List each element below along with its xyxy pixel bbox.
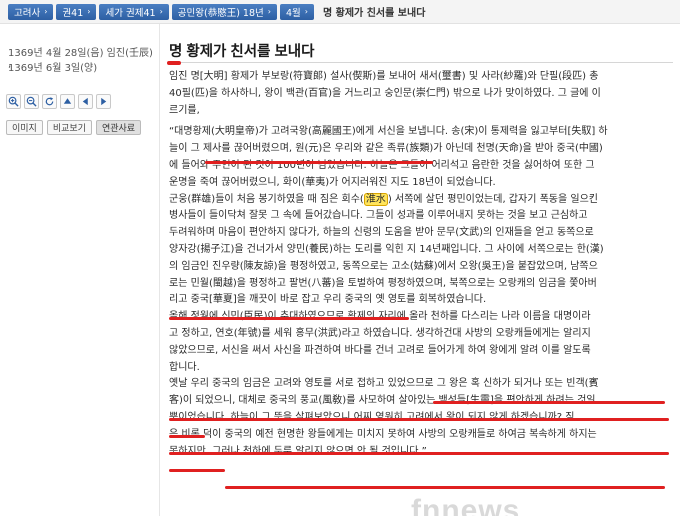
breadcrumb-label: 공민왕(恭愍王) 18년 bbox=[177, 7, 264, 19]
title-divider bbox=[169, 62, 673, 63]
article-line: 군웅(群雄)들이 처음 봉기하였을 때 짐은 회수(淮水) 서쪽에 살던 평민이… bbox=[169, 192, 673, 209]
breadcrumb-item-current: 명 황제가 친서를 보내다 bbox=[317, 4, 431, 20]
chevron-right-icon: › bbox=[44, 7, 48, 16]
article-line: 르기를, bbox=[169, 104, 200, 116]
zoom-in-icon bbox=[8, 96, 19, 107]
red-underline bbox=[169, 418, 669, 421]
tab-compare[interactable]: 비교보기 bbox=[46, 120, 92, 135]
article-line: 늘이 그 제사를 끊어버렸으며, 원(元)은 우리와 같은 족류(族類)가 아닌… bbox=[169, 143, 603, 155]
arrow-left-icon bbox=[82, 97, 88, 106]
zoom-in-button[interactable] bbox=[6, 94, 21, 109]
breadcrumb-item-goryeosa[interactable]: 고려사 › bbox=[8, 3, 54, 20]
red-underline bbox=[169, 469, 225, 472]
previous-button[interactable] bbox=[78, 94, 93, 109]
article-line: 양자강(揚子江)을 건너가서 양민(養民)하는 도리를 익힌 지 14년째입니다… bbox=[169, 243, 604, 255]
line-segment: 군웅(群雄)들이 처음 봉기하였을 때 짐은 회수( bbox=[169, 193, 364, 205]
article-line: 의 임금인 진우량(陳友諒)을 평정하였고, 동쪽으로는 고소(姑蘇)에서 오왕… bbox=[169, 260, 598, 272]
scroll-up-button[interactable] bbox=[60, 94, 75, 109]
breadcrumb-item-sega[interactable]: 세가 권제41 › bbox=[99, 3, 169, 20]
article-line: 고 정하고, 연호(年號)를 세워 홍무(洪武)라고 하였습니다. 생각하건대 … bbox=[169, 327, 591, 339]
tab-related-sources[interactable]: 연관사료 bbox=[95, 120, 142, 135]
left-panel: 1369년 4월 28일(음) 임진(壬辰) , 1369년 6월 3일(양) … bbox=[0, 24, 160, 516]
breadcrumb: 고려사 › 권41 › 세가 권제41 › 공민왕(恭愍王) 18년 › 4월 › 명 황… bbox=[0, 0, 680, 24]
breadcrumb-item-reign-year[interactable]: 공민왕(恭愍王) 18년 › bbox=[171, 3, 277, 20]
breadcrumb-item-month[interactable]: 4월 › bbox=[279, 3, 314, 20]
breadcrumb-item-volume[interactable]: 권41 › bbox=[56, 3, 97, 20]
red-underline bbox=[169, 317, 409, 320]
arrow-up-icon bbox=[63, 98, 72, 104]
title-underline-mark bbox=[167, 61, 181, 65]
article-line: 임진 명[大明] 황제가 부보랑(符寶郞) 설사(偰斯)를 보내어 새서(璽書)… bbox=[169, 71, 599, 82]
breadcrumb-label: 권41 bbox=[62, 7, 84, 19]
article-line: 옛날 우리 중국의 임금은 고려와 영토를 서로 접하고 있었으므로 그 왕은 … bbox=[169, 378, 599, 390]
line-segment: ) 서쪽에 살던 평민이었는데, 갑자기 폭동을 일으킨 bbox=[387, 193, 598, 205]
article-line: 운명을 죽여 끊어버렸으니, 화이(華夷)가 어지러워진 지도 18년이 되었습… bbox=[169, 176, 496, 188]
article-line: 은 비록 덕이 중국의 예전 현명한 왕들에게는 미치지 못하여 사방의 오랑캐… bbox=[169, 428, 597, 440]
red-underline bbox=[225, 486, 665, 489]
refresh-icon bbox=[45, 97, 54, 106]
tab-image[interactable]: 이미지 bbox=[6, 120, 43, 135]
chevron-right-icon: › bbox=[267, 7, 271, 16]
article-line: 40필(匹)을 하사하니, 왕이 백관(百官)을 거느리고 숭인문(崇仁門) 밖… bbox=[169, 87, 601, 99]
chevron-right-icon: › bbox=[159, 7, 163, 16]
article-panel: 명 황제가 친서를 보내다 임진 명[大明] 황제가 부보랑(符寶郞) 설사(偰… bbox=[165, 24, 680, 516]
article-line: 않았으므로, 서신을 써서 사신을 파견하여 바다를 건너 고려로 들어가게 하… bbox=[169, 344, 591, 356]
article-line: 리고 중국[華夏]을 깨끗이 바로 잡고 우리 중국의 옛 영토를 회복하였습니… bbox=[169, 294, 487, 306]
breadcrumb-label: 세가 권제41 bbox=[105, 7, 156, 19]
watermark-logo: fnnews bbox=[411, 494, 521, 516]
chevron-right-icon: › bbox=[87, 7, 91, 16]
breadcrumb-label: 명 황제가 친서를 보내다 bbox=[322, 8, 426, 19]
red-underline bbox=[205, 161, 433, 164]
article-line: 합니다. bbox=[169, 361, 200, 373]
red-underline bbox=[169, 435, 205, 438]
article-line: 두려워하며 마음이 편안하지 않다가, 하늘의 신령의 도움을 받아 문무(文武… bbox=[169, 227, 594, 239]
breadcrumb-label: 4월 bbox=[285, 7, 301, 19]
page-title: 명 황제가 친서를 보내다 bbox=[169, 44, 315, 60]
article-line: 병사들이 들이닥쳐 잘못 그 속에 들어갔습니다. 그들이 성과를 이루어내지 … bbox=[169, 210, 588, 222]
arrow-right-icon bbox=[101, 97, 107, 106]
solar-date: 1369년 6월 3일(양) bbox=[8, 63, 98, 74]
highlighted-term: 淮水 bbox=[363, 192, 388, 206]
zoom-out-button[interactable] bbox=[24, 94, 39, 109]
zoom-out-icon bbox=[26, 96, 37, 107]
article-line: 로는 민월(閩越)을 평정하고 팔번(八蕃)을 토벌하여 평정하였으며, 북쪽으… bbox=[169, 277, 597, 289]
red-underline bbox=[433, 401, 665, 404]
viewer-toolbar bbox=[6, 94, 111, 109]
red-underline bbox=[169, 452, 669, 455]
article-line: “대명황제(大明皇帝)가 고려국왕(高麗國王)에게 서신을 보냅니다. 송(宋)… bbox=[169, 126, 608, 138]
chevron-right-icon: › bbox=[304, 7, 308, 16]
refresh-button[interactable] bbox=[42, 94, 57, 109]
next-button[interactable] bbox=[96, 94, 111, 109]
breadcrumb-label: 고려사 bbox=[14, 7, 41, 19]
view-tabs: 이미지 비교보기 연관사료 bbox=[6, 120, 142, 135]
